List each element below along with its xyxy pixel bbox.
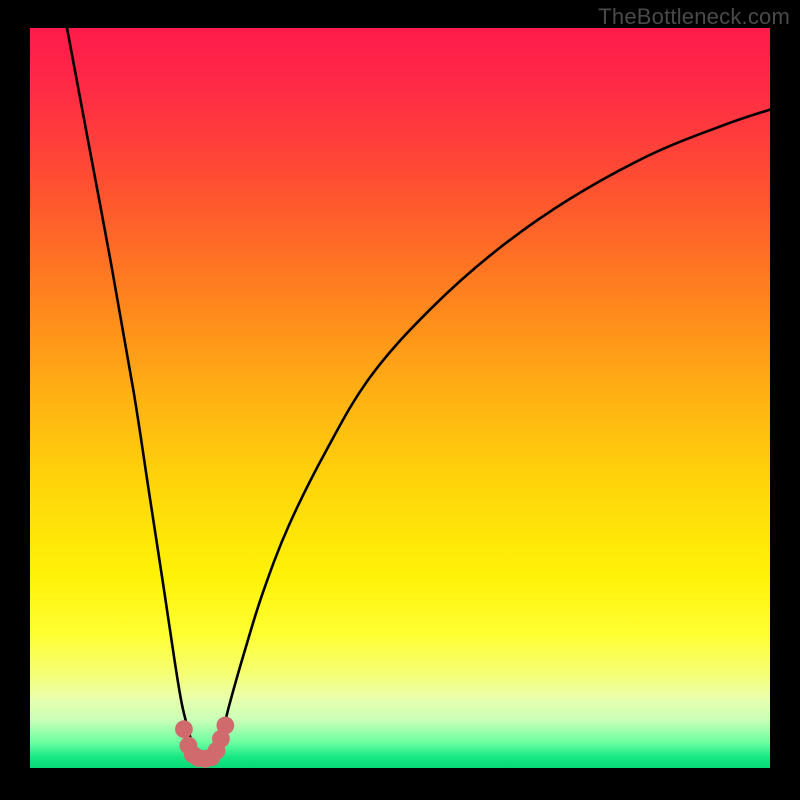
curve-right-branch: [215, 110, 770, 756]
valley-marker: [216, 717, 234, 735]
valley-markers: [175, 717, 234, 768]
valley-marker: [175, 720, 193, 738]
plot-area: [30, 28, 770, 770]
outer-frame: TheBottleneck.com: [0, 0, 800, 800]
attribution-text: TheBottleneck.com: [598, 4, 790, 30]
curve-left-branch: [67, 28, 196, 755]
chart-svg: [30, 28, 770, 770]
